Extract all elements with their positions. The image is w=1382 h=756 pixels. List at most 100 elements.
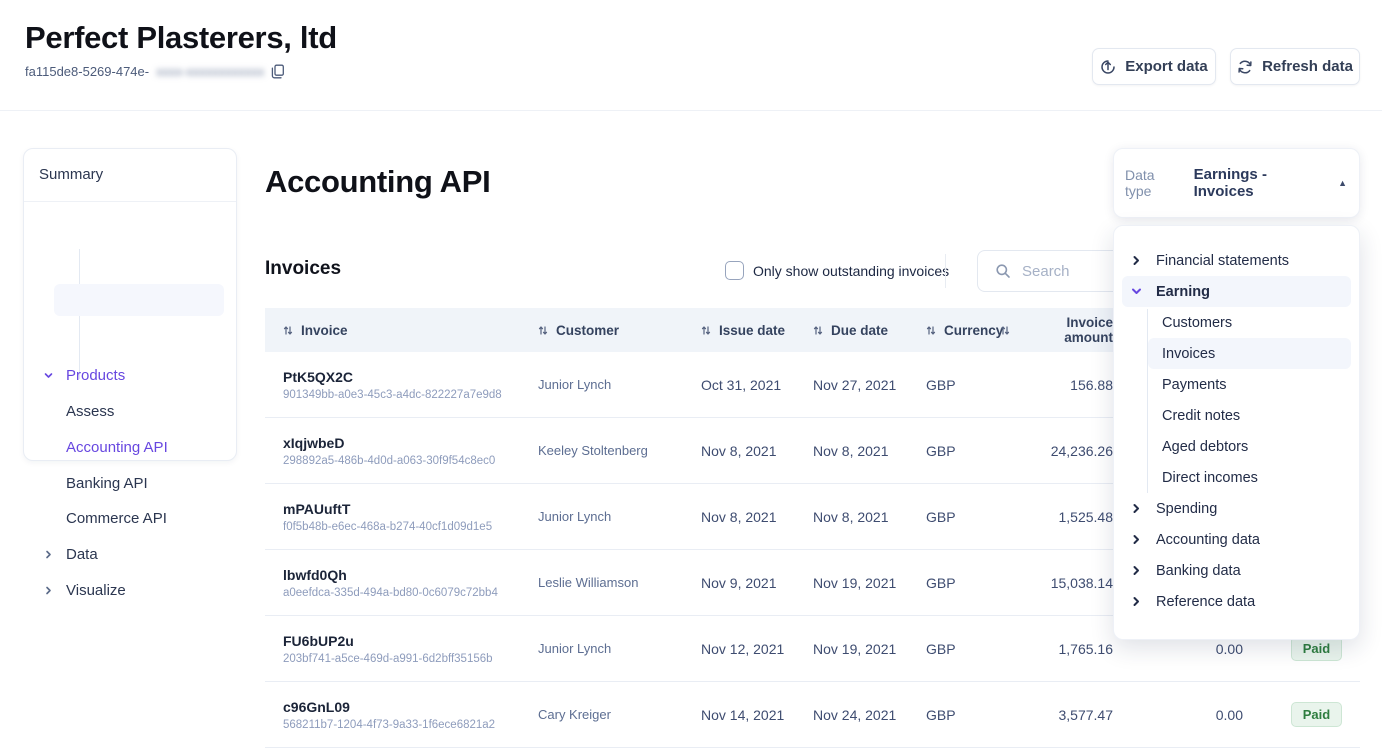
dropdown-item-aged-debtors[interactable]: Aged debtors [1148,431,1351,462]
dropdown-item-label: Financial statements [1156,253,1289,269]
column-label: Issue date [719,323,785,338]
invoice-code: mPAUuftT [283,501,520,517]
column-header-currency[interactable]: Currency [908,323,1000,338]
outstanding-invoices-label[interactable]: Only show outstanding invoices [753,263,949,279]
column-label: Currency [944,323,1003,338]
invoice-cell: FU6bUP2u 203bf741-a5ce-469d-a991-6d2bff3… [265,633,520,665]
refresh-data-button[interactable]: Refresh data [1230,48,1360,85]
sort-icon [926,325,936,336]
dropdown-item-invoices[interactable]: Invoices [1148,338,1351,369]
dropdown-item-label: Payments [1162,377,1226,393]
invoice-code: c96GnL09 [283,699,520,715]
status-badge: Paid [1291,702,1342,727]
sidebar-item-visualize[interactable]: Visualize [43,582,126,599]
invoice-code: FU6bUP2u [283,633,520,649]
dropdown-item-reference-data[interactable]: Reference data [1122,586,1351,617]
chevron-down-icon [1131,286,1142,297]
dropdown-item-payments[interactable]: Payments [1148,369,1351,400]
currency-cell: GBP [908,575,1000,591]
column-header-due-date[interactable]: Due date [795,323,908,338]
dropdown-item-customers[interactable]: Customers [1148,307,1351,338]
sidebar-summary-label: Summary [39,166,103,183]
outstanding-invoices-checkbox[interactable] [725,261,744,280]
company-id: fa115de8-5269-474e-xxxx-xxxxxxxxxxxx [25,64,285,79]
invoice-cell: PtK5QX2C 901349bb-a0e3-45c3-a4dc-822227a… [265,369,520,401]
column-header-customer[interactable]: Customer [520,323,683,338]
sidebar-assess-label: Assess [66,403,114,420]
sidebar-divider [24,201,236,202]
dropdown-item-label: Accounting data [1156,532,1260,548]
export-icon [1100,59,1116,75]
amount-due-cell: 0.00 [1115,707,1245,723]
refresh-data-label: Refresh data [1262,58,1353,75]
invoice-amount-cell: 156.88 [1000,377,1115,393]
column-label: Invoice amount [1018,315,1113,345]
dropdown-item-label: Direct incomes [1162,470,1258,486]
customer-cell: Leslie Williamson [520,575,683,590]
sort-icon [283,325,293,336]
header-divider [0,110,1382,111]
issue-date-cell: Nov 9, 2021 [683,575,795,591]
invoice-id: f0f5b48b-e6ec-468a-b274-40cf1d09d1e5 [283,521,520,533]
dropdown-item-label: Invoices [1162,346,1215,362]
copy-icon[interactable] [271,64,285,79]
due-date-cell: Nov 27, 2021 [795,377,908,393]
invoice-code: lbwfd0Qh [283,567,520,583]
dropdown-item-banking-data[interactable]: Banking data [1122,555,1351,586]
dropdown-item-label: Customers [1162,315,1232,331]
sidebar-item-summary[interactable]: Summary [39,166,103,183]
column-header-invoice-amount[interactable]: Invoice amount [1000,315,1115,345]
currency-cell: GBP [908,509,1000,525]
sort-icon [813,325,823,336]
sidebar-item-banking-api[interactable]: Banking API [66,475,148,492]
export-data-label: Export data [1125,58,1208,75]
chevron-down-icon [43,370,54,381]
sort-icon [538,325,548,336]
dropdown-item-earning[interactable]: Earning [1122,276,1351,307]
invoice-code: xIqjwbeD [283,435,520,451]
sidebar-item-products[interactable]: Products [43,367,125,384]
data-type-dropdown: Financial statements Earning Customers I… [1113,225,1360,640]
data-type-select[interactable]: Data type Earnings - Invoices ▲ [1113,148,1360,218]
export-data-button[interactable]: Export data [1092,48,1216,85]
sidebar-item-accounting-api[interactable]: Accounting API [66,439,168,456]
dropdown-item-direct-incomes[interactable]: Direct incomes [1148,462,1351,493]
invoice-amount-cell: 15,038.14 [1000,575,1115,591]
invoice-id: 568211b7-1204-4f73-9a33-1f6ece6821a2 [283,719,520,731]
sidebar-item-assess[interactable]: Assess [66,403,114,420]
issue-date-cell: Oct 31, 2021 [683,377,795,393]
sort-icon [1000,325,1010,336]
dropdown-item-credit-notes[interactable]: Credit notes [1148,400,1351,431]
company-id-prefix: fa115de8-5269-474e- [25,64,149,79]
sidebar-visualize-label: Visualize [66,582,126,599]
sidebar-item-commerce-api[interactable]: Commerce API [66,510,167,527]
collapse-caret-icon: ▲ [1338,178,1347,188]
invoice-id: 203bf741-a5ce-469d-a991-6d2bff35156b [283,653,520,665]
invoice-amount-cell: 3,577.47 [1000,707,1115,723]
customer-cell: Junior Lynch [520,377,683,392]
dropdown-item-label: Aged debtors [1162,439,1248,455]
table-row[interactable]: c96GnL09 568211b7-1204-4f73-9a33-1f6ece6… [265,682,1360,748]
currency-cell: GBP [908,707,1000,723]
controls-separator [945,254,946,288]
customer-cell: Keeley Stoltenberg [520,443,683,458]
search-icon [995,263,1011,279]
issue-date-cell: Nov 14, 2021 [683,707,795,723]
amount-due-cell: 0.00 [1115,641,1245,657]
column-label: Customer [556,323,619,338]
dropdown-item-accounting-data[interactable]: Accounting data [1122,524,1351,555]
dropdown-item-financial-statements[interactable]: Financial statements [1122,245,1351,276]
refresh-icon [1237,59,1253,75]
dropdown-item-spending[interactable]: Spending [1122,493,1351,524]
sidebar-item-data[interactable]: Data [43,546,98,563]
sidebar: Summary Products Assess Accounting API B… [23,148,237,461]
sidebar-accounting-api-label: Accounting API [66,439,168,456]
column-header-issue-date[interactable]: Issue date [683,323,795,338]
due-date-cell: Nov 8, 2021 [795,509,908,525]
sidebar-commerce-api-label: Commerce API [66,510,167,527]
invoice-id: 298892a5-486b-4d0d-a063-30f9f54c8ec0 [283,455,520,467]
column-header-invoice[interactable]: Invoice [265,323,520,338]
column-label: Invoice [301,323,348,338]
invoice-code: PtK5QX2C [283,369,520,385]
customer-cell: Junior Lynch [520,641,683,656]
